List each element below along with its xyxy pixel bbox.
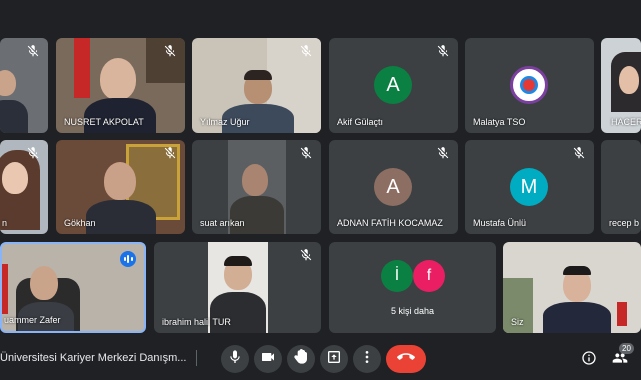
participant-tile[interactable]: HACER <box>601 38 641 133</box>
mic-button[interactable] <box>221 345 249 373</box>
end-call-button[interactable] <box>386 345 426 373</box>
present-button[interactable] <box>320 345 348 373</box>
more-options-button[interactable] <box>353 345 381 373</box>
participant-tile[interactable]: M Mustafa Ünlü <box>465 140 594 234</box>
mic-off-icon <box>299 248 313 262</box>
participant-tile[interactable]: A Akif Gülaçtı <box>329 38 458 133</box>
mic-off-icon <box>436 146 450 160</box>
participant-name: Akif Gülaçtı <box>337 117 384 127</box>
divider <box>196 350 197 366</box>
avatar: İ <box>381 260 413 292</box>
mic-off-icon <box>572 146 586 160</box>
avatar: A <box>374 168 412 206</box>
participant-tile[interactable]: A ADNAN FATİH KOCAMAZ <box>329 140 458 234</box>
mic-off-icon <box>163 44 177 58</box>
participant-name: Siz <box>511 317 524 327</box>
participant-name: NUSRET AKPOLAT <box>64 117 144 127</box>
present-icon <box>326 349 342 370</box>
participant-name: Mustafa Ünlü <box>473 218 527 228</box>
self-tile[interactable]: Siz <box>503 242 641 333</box>
participant-tile[interactable]: n <box>0 140 48 234</box>
mic-off-icon <box>26 44 40 58</box>
camera-button[interactable] <box>254 345 282 373</box>
participant-name: ADNAN FATİH KOCAMAZ <box>337 218 443 228</box>
participant-name: recep b <box>609 218 640 228</box>
more-participants-label: 5 kişi daha <box>390 306 435 316</box>
mic-off-icon <box>26 146 40 160</box>
mic-off-icon <box>436 44 450 58</box>
participant-name: Gökhan <box>64 218 96 228</box>
more-participants-tile[interactable]: İ f 5 kişi daha <box>329 242 496 333</box>
participant-tile[interactable]: NUSRET AKPOLAT <box>56 38 185 133</box>
participant-name: uammer Zafer <box>4 315 61 325</box>
participant-tile[interactable]: Gökhan <box>56 140 185 234</box>
speaking-indicator-icon <box>120 251 136 267</box>
raise-hand-button[interactable] <box>287 345 315 373</box>
meeting-title: Üniversitesi Kariyer Merkezi Danışm... <box>0 352 187 364</box>
mic-off-icon <box>163 146 177 160</box>
more-options-icon <box>359 349 375 370</box>
organization-logo <box>510 66 548 104</box>
avatar: M <box>510 168 548 206</box>
participant-tile[interactable]: suat arıkan <box>192 140 321 234</box>
participant-tile[interactable]: ibrahim halil TUR <box>154 242 321 333</box>
mic-off-icon <box>299 146 313 160</box>
camera-icon <box>260 349 276 370</box>
participant-tile[interactable] <box>0 38 48 133</box>
participant-name: ibrahim halil TUR <box>162 317 231 327</box>
participant-name: HACER <box>611 117 641 127</box>
mic-off-icon <box>299 44 313 58</box>
participant-count-badge: 20 <box>619 343 634 354</box>
raise-hand-icon <box>293 348 309 370</box>
end-call-icon <box>397 348 415 371</box>
avatar: f <box>413 260 445 292</box>
participant-tile[interactable]: Yılmaz Uğur <box>192 38 321 133</box>
avatar: A <box>374 66 412 104</box>
info-button[interactable] <box>577 348 601 372</box>
info-icon <box>581 350 597 371</box>
participant-name: Malatya TSO <box>473 117 526 127</box>
participant-name: Yılmaz Uğur <box>200 117 250 127</box>
participant-tile[interactable]: Malatya TSO <box>465 38 594 133</box>
mic-icon <box>227 349 243 370</box>
participant-name: n <box>2 218 8 228</box>
participant-tile[interactable]: uammer Zafer <box>0 242 146 333</box>
participant-name: suat arıkan <box>200 218 245 228</box>
participant-tile[interactable]: recep b <box>601 140 641 234</box>
